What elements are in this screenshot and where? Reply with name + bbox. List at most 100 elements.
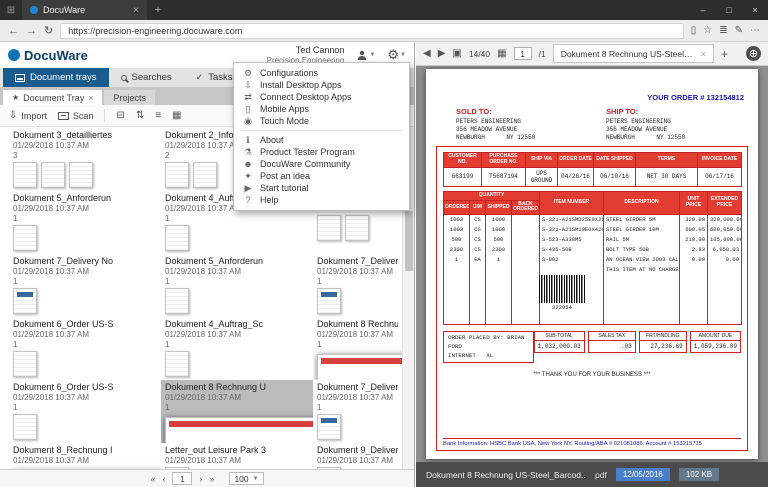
tab-searches[interactable]: Searches (109, 68, 184, 87)
document-thumbnail[interactable] (41, 162, 65, 188)
document-item[interactable]: Letter_out Leisure Park 301/29/2018 10:3… (161, 443, 313, 469)
last-page-icon[interactable]: » (209, 474, 214, 484)
new-tab-button[interactable]: + (147, 4, 169, 16)
menu-item-touch-mode[interactable]: ◉Touch Mode (234, 115, 409, 127)
import-button[interactable]: ⇩ Import (9, 110, 47, 121)
document-item[interactable]: Dokument 9_Delivery Nc01/29/2018 10:37 A… (313, 443, 402, 469)
toolbar-separator (104, 109, 105, 122)
document-thumbnail[interactable] (165, 162, 189, 188)
first-page-icon[interactable]: « (150, 474, 155, 484)
scrollbar-thumb[interactable] (405, 211, 413, 271)
document-name: Dokument 4_Auftrag_Sc (165, 319, 309, 329)
document-thumbnail[interactable] (317, 414, 341, 440)
address-bar[interactable]: https://precision-engineering.docuware.c… (60, 23, 684, 39)
task-view-icon[interactable]: ⊞ (0, 5, 22, 16)
document-thumbnail[interactable] (13, 414, 37, 440)
page-size-select[interactable]: 100 ▼ (229, 472, 263, 485)
page-number-input[interactable]: 1 (172, 472, 192, 485)
menu-item-product-tester-program[interactable]: ⚗Product Tester Program (234, 146, 409, 158)
menu-item-start-tutorial[interactable]: ▶Start tutorial (234, 182, 409, 194)
document-thumbnail[interactable] (165, 417, 313, 443)
document-page-count: 1 (317, 340, 398, 349)
document-thumbnail[interactable] (317, 288, 341, 314)
list-view-icon[interactable]: ≡ (155, 110, 161, 121)
scan-label: Scan (73, 111, 94, 121)
zoom-tools-icon[interactable]: ⊕ (746, 46, 761, 61)
invoice-addresses: SOLD TO: PETERS ENGINEERING356 MEADOW AV… (426, 102, 758, 141)
settings-menu-button[interactable]: ⚙ ▼ (387, 47, 406, 63)
page-input[interactable]: 1 (514, 47, 532, 60)
document-date: 01/29/2018 10:37 AM (317, 456, 398, 465)
new-viewer-tab-icon[interactable]: + (721, 47, 728, 61)
document-item[interactable]: Dokument 6_Order US-S01/29/2018 10:37 AM… (9, 380, 161, 443)
favorites-icon[interactable]: ☆ (703, 25, 712, 36)
document-thumbnail[interactable] (13, 288, 37, 314)
viewer-document-tab[interactable]: Dokument 8 Rechnung US-Steel_Barco... × (553, 44, 714, 63)
previous-page-icon[interactable]: ‹ (162, 474, 165, 484)
document-thumbnail[interactable] (69, 162, 93, 188)
maximize-button[interactable]: □ (716, 5, 742, 15)
document-item[interactable]: Dokument 8_Rechnung I01/29/2018 10:37 AM (9, 443, 161, 469)
scan-button[interactable]: Scan (58, 111, 94, 121)
document-item[interactable]: Dokument 5_Anforderun01/29/2018 10:37 AM… (161, 254, 313, 317)
back-icon[interactable]: ← (8, 25, 19, 37)
next-page-icon[interactable]: › (199, 474, 202, 484)
close-document-icon[interactable]: × (701, 49, 706, 59)
menu-item-label: Help (260, 195, 279, 205)
document-thumbnail[interactable] (13, 351, 37, 377)
browser-tab[interactable]: DocuWare × (22, 0, 147, 20)
menu-item-post-an-idea[interactable]: ✦Post an idea (234, 170, 409, 182)
document-item[interactable]: Dokument 7_Delivery No01/29/2018 10:37 A… (313, 254, 402, 317)
minimize-button[interactable]: – (690, 5, 716, 15)
document-thumbnail[interactable] (345, 215, 369, 241)
notes-icon[interactable]: ✎ (735, 25, 743, 36)
refresh-icon[interactable]: ↻ (44, 24, 53, 37)
menu-item-install-desktop-apps[interactable]: ⇩Install Desktop Apps (234, 79, 409, 91)
tray-tab-projects[interactable]: Projects (104, 90, 155, 105)
hub-icon[interactable]: ≣ (719, 25, 727, 36)
print-icon[interactable]: ⊟ (116, 110, 124, 121)
previous-document-icon[interactable]: ◀ (423, 48, 431, 59)
document-item[interactable]: Dokument 3_detailliertes01/29/2018 10:37… (9, 128, 161, 191)
layers-icon[interactable]: ▣ (452, 48, 461, 59)
document-item[interactable]: Dokument 7_Delivery No01/29/2018 10:37 A… (9, 254, 161, 317)
reading-view-icon[interactable]: ▯ (691, 25, 697, 36)
close-button[interactable]: × (742, 5, 768, 15)
document-item[interactable]: Dokument 8 Rechnung U01/29/2018 10:37 AM… (313, 317, 402, 380)
menu-item-configurations[interactable]: ⚙Configurations (234, 67, 409, 79)
document-thumbnail[interactable] (317, 215, 341, 241)
more-icon[interactable]: ⋯ (750, 25, 760, 36)
tab-close-icon[interactable]: × (133, 5, 139, 16)
document-item[interactable]: Dokument 7_Delivery no01/29/2018 10:37 A… (313, 380, 402, 443)
document-thumbnail[interactable] (317, 354, 402, 380)
document-item[interactable]: Dokument 8 Rechnung U01/29/2018 10:37 AM… (161, 380, 313, 443)
document-thumbnail[interactable] (317, 467, 341, 469)
sort-icon[interactable]: ⇅ (136, 110, 144, 121)
next-document-icon[interactable]: ▶ (438, 48, 446, 59)
document-thumbnail[interactable] (193, 162, 217, 188)
menu-item-mobile-apps[interactable]: ▯Mobile Apps (234, 103, 409, 115)
tray-tab-document-tray[interactable]: ★ Document Tray × (3, 90, 102, 105)
page-thumbnails-icon[interactable]: ▦ (497, 48, 506, 59)
thumbnail-view-icon[interactable]: ▦ (172, 110, 181, 121)
close-icon[interactable]: × (88, 93, 93, 103)
document-item[interactable]: Dokument 4_Auftrag_Sc01/29/2018 10:37 AM… (161, 317, 313, 380)
document-item[interactable]: Dokument 5_Anforderun01/29/2018 10:37 AM… (9, 191, 161, 254)
import-label: Import (21, 111, 47, 121)
user-menu-button[interactable]: ▼ (356, 49, 375, 61)
document-thumbnail[interactable] (165, 225, 189, 251)
tab-document-trays[interactable]: Document trays (3, 68, 109, 87)
document-thumbnail[interactable] (165, 467, 189, 469)
status-date-badge: 12/05/2016 (616, 468, 670, 481)
forward-icon[interactable]: → (26, 25, 37, 37)
document-item[interactable]: Dokument 6_Order US-S01/29/2018 10:37 AM… (9, 317, 161, 380)
document-thumbnail[interactable] (165, 288, 189, 314)
document-thumbnail[interactable] (165, 351, 189, 377)
document-thumbnail[interactable] (13, 225, 37, 251)
menu-item-help[interactable]: ?Help (234, 194, 409, 206)
menu-item-about[interactable]: ℹAbout (234, 134, 409, 146)
menu-item-label: Mobile Apps (260, 104, 309, 114)
menu-item-connect-desktop-apps[interactable]: ⇄Connect Desktop Apps (234, 91, 409, 103)
menu-item-docuware-community[interactable]: ☻DocuWare Community (234, 158, 409, 170)
document-thumbnail[interactable] (13, 162, 37, 188)
